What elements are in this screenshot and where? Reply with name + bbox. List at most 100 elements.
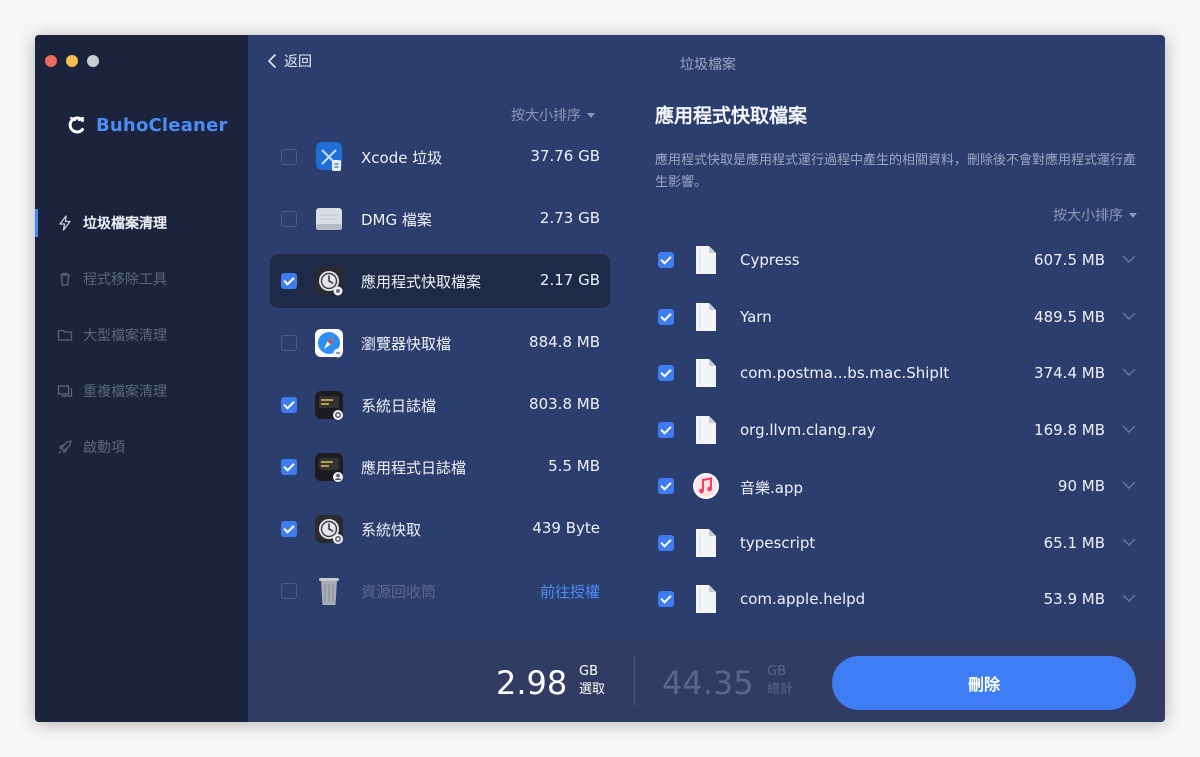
category-label: DMG 檔案	[361, 211, 432, 229]
file-size: 53.9 MB	[1043, 590, 1105, 608]
disk-image-icon	[316, 208, 342, 230]
sidebar-item-startup-items[interactable]: 啟動項	[35, 419, 248, 475]
app-cache-icon	[315, 267, 343, 296]
chevron-down-icon[interactable]	[1121, 480, 1137, 490]
file-row[interactable]: com.apple.helpd 53.9 MB	[655, 571, 1145, 628]
safari-icon	[315, 329, 343, 358]
document-icon	[696, 415, 716, 444]
document-icon	[696, 302, 716, 331]
category-label: 系統快取	[361, 521, 422, 539]
category-checkbox[interactable]	[281, 521, 297, 537]
sidebar-item-app-uninstaller[interactable]: 程式移除工具	[35, 251, 248, 307]
category-checkbox[interactable]	[281, 211, 297, 227]
chevron-left-icon	[268, 54, 276, 68]
document-icon	[696, 528, 716, 557]
category-row-app-log[interactable]: 應用程式日誌檔 5.5 MB	[270, 440, 610, 494]
xcode-icon	[316, 142, 342, 171]
file-row[interactable]: Yarn 489.5 MB	[655, 289, 1145, 346]
file-checkbox[interactable]	[658, 365, 674, 381]
file-row[interactable]: com.postma...bs.mac.ShipIt 374.4 MB	[655, 345, 1145, 402]
file-name: typescript	[740, 533, 816, 552]
file-checkbox[interactable]	[658, 421, 674, 438]
file-row[interactable]: typescript 65.1 MB	[655, 515, 1145, 572]
selected-size-value: 2.98	[496, 664, 568, 702]
delete-button[interactable]: 刪除	[832, 656, 1136, 710]
file-row[interactable]: org.llvm.clang.ray 169.8 MB	[655, 402, 1145, 459]
footer-bar: 2.98 GB 選取 44.35 GB 總計 刪除	[248, 640, 1165, 722]
chevron-down-icon[interactable]	[1121, 424, 1137, 434]
caret-down-icon	[587, 112, 595, 118]
system-log-icon	[315, 391, 343, 420]
chevron-down-icon[interactable]	[1121, 367, 1137, 377]
file-checkbox[interactable]	[658, 308, 674, 325]
selected-size-unit: GB	[579, 664, 598, 679]
minimize-window-button[interactable]	[66, 55, 78, 67]
sidebar-item-label: 垃圾檔案清理	[83, 216, 167, 232]
chevron-down-icon[interactable]	[1121, 311, 1137, 321]
footer-divider	[634, 656, 635, 706]
category-checkbox[interactable]	[281, 149, 297, 165]
sidebar-item-junk-cleanup[interactable]: 垃圾檔案清理	[35, 195, 248, 251]
category-size: 5.5 MB	[548, 457, 600, 475]
sort-label: 按大小排序	[1053, 208, 1123, 224]
category-size: 884.8 MB	[529, 333, 600, 351]
category-label: 資源回收筒	[361, 583, 437, 601]
category-checkbox[interactable]	[281, 335, 297, 351]
file-size: 489.5 MB	[1034, 307, 1105, 326]
file-sort-dropdown[interactable]: 按大小排序	[1053, 205, 1137, 225]
category-size: 803.8 MB	[529, 395, 600, 413]
category-row-xcode[interactable]: Xcode 垃圾 37.76 GB	[270, 130, 610, 184]
category-row-system-log[interactable]: 系統日誌檔 803.8 MB	[270, 378, 610, 432]
category-row-app-cache[interactable]: 應用程式快取檔案 2.17 GB	[270, 254, 610, 308]
category-row-dmg[interactable]: DMG 檔案 2.73 GB	[270, 192, 610, 246]
file-size: 90 MB	[1057, 477, 1105, 495]
category-checkbox[interactable]	[281, 273, 297, 289]
category-checkbox[interactable]	[281, 459, 297, 475]
file-checkbox[interactable]	[658, 252, 674, 268]
total-size-value: 44.35	[662, 664, 754, 702]
category-row-trash[interactable]: 資源回收筒 前往授權	[270, 564, 610, 618]
chevron-down-icon[interactable]	[1121, 537, 1137, 547]
category-sort-dropdown[interactable]: 按大小排序	[511, 105, 595, 125]
file-row[interactable]: Cypress 607.5 MB	[655, 232, 1145, 289]
back-button[interactable]: 返回	[267, 51, 312, 71]
document-icon	[696, 585, 716, 613]
sidebar-item-label: 程式移除工具	[83, 272, 167, 288]
file-name: com.apple.helpd	[740, 590, 866, 608]
chevron-down-icon[interactable]	[1121, 593, 1137, 603]
file-size: 607.5 MB	[1034, 251, 1105, 269]
file-name: com.postma...bs.mac.ShipIt	[740, 364, 950, 382]
category-size: 2.73 GB	[539, 209, 600, 227]
sidebar-item-duplicate-files[interactable]: 重複檔案清理	[35, 363, 248, 419]
selected-size-label: 選取	[579, 682, 606, 697]
trash-icon	[60, 272, 70, 286]
file-name: Cypress	[740, 251, 800, 269]
rocket-icon	[58, 440, 72, 454]
close-window-button[interactable]	[45, 55, 57, 67]
file-name: Yarn	[740, 307, 772, 326]
grant-access-link[interactable]: 前往授權	[540, 581, 600, 602]
detail-title: 應用程式快取檔案	[655, 105, 808, 127]
sidebar-item-large-files[interactable]: 大型檔案清理	[35, 307, 248, 363]
chevron-down-icon[interactable]	[1121, 254, 1137, 264]
file-row[interactable]: 音樂.app 90 MB	[655, 458, 1145, 515]
file-checkbox[interactable]	[658, 591, 674, 607]
category-label: 應用程式快取檔案	[361, 273, 482, 291]
category-checkbox[interactable]	[281, 397, 297, 413]
brand-name: BuhoCleaner	[96, 114, 228, 136]
category-size: 37.76 GB	[530, 147, 600, 165]
category-label: 系統日誌檔	[361, 397, 437, 415]
category-row-system-cache[interactable]: 系統快取 439 Byte	[270, 502, 610, 556]
brand-logo: BuhoCleaner	[67, 113, 228, 137]
back-label: 返回	[284, 54, 312, 70]
zoom-window-button[interactable]	[87, 55, 99, 67]
category-checkbox[interactable]	[281, 583, 297, 599]
sidebar-item-label: 重複檔案清理	[83, 384, 167, 400]
sidebar: BuhoCleaner 垃圾檔案清理 程式移除工具 大型檔案清理 重複檔案清理 …	[35, 35, 248, 722]
category-row-browser-cache[interactable]: 瀏覽器快取檔 884.8 MB	[270, 316, 610, 370]
category-label: 瀏覽器快取檔	[361, 335, 452, 353]
sidebar-item-label: 大型檔案清理	[83, 328, 167, 344]
file-checkbox[interactable]	[658, 534, 674, 551]
system-cache-icon	[315, 515, 343, 544]
file-checkbox[interactable]	[658, 478, 674, 494]
